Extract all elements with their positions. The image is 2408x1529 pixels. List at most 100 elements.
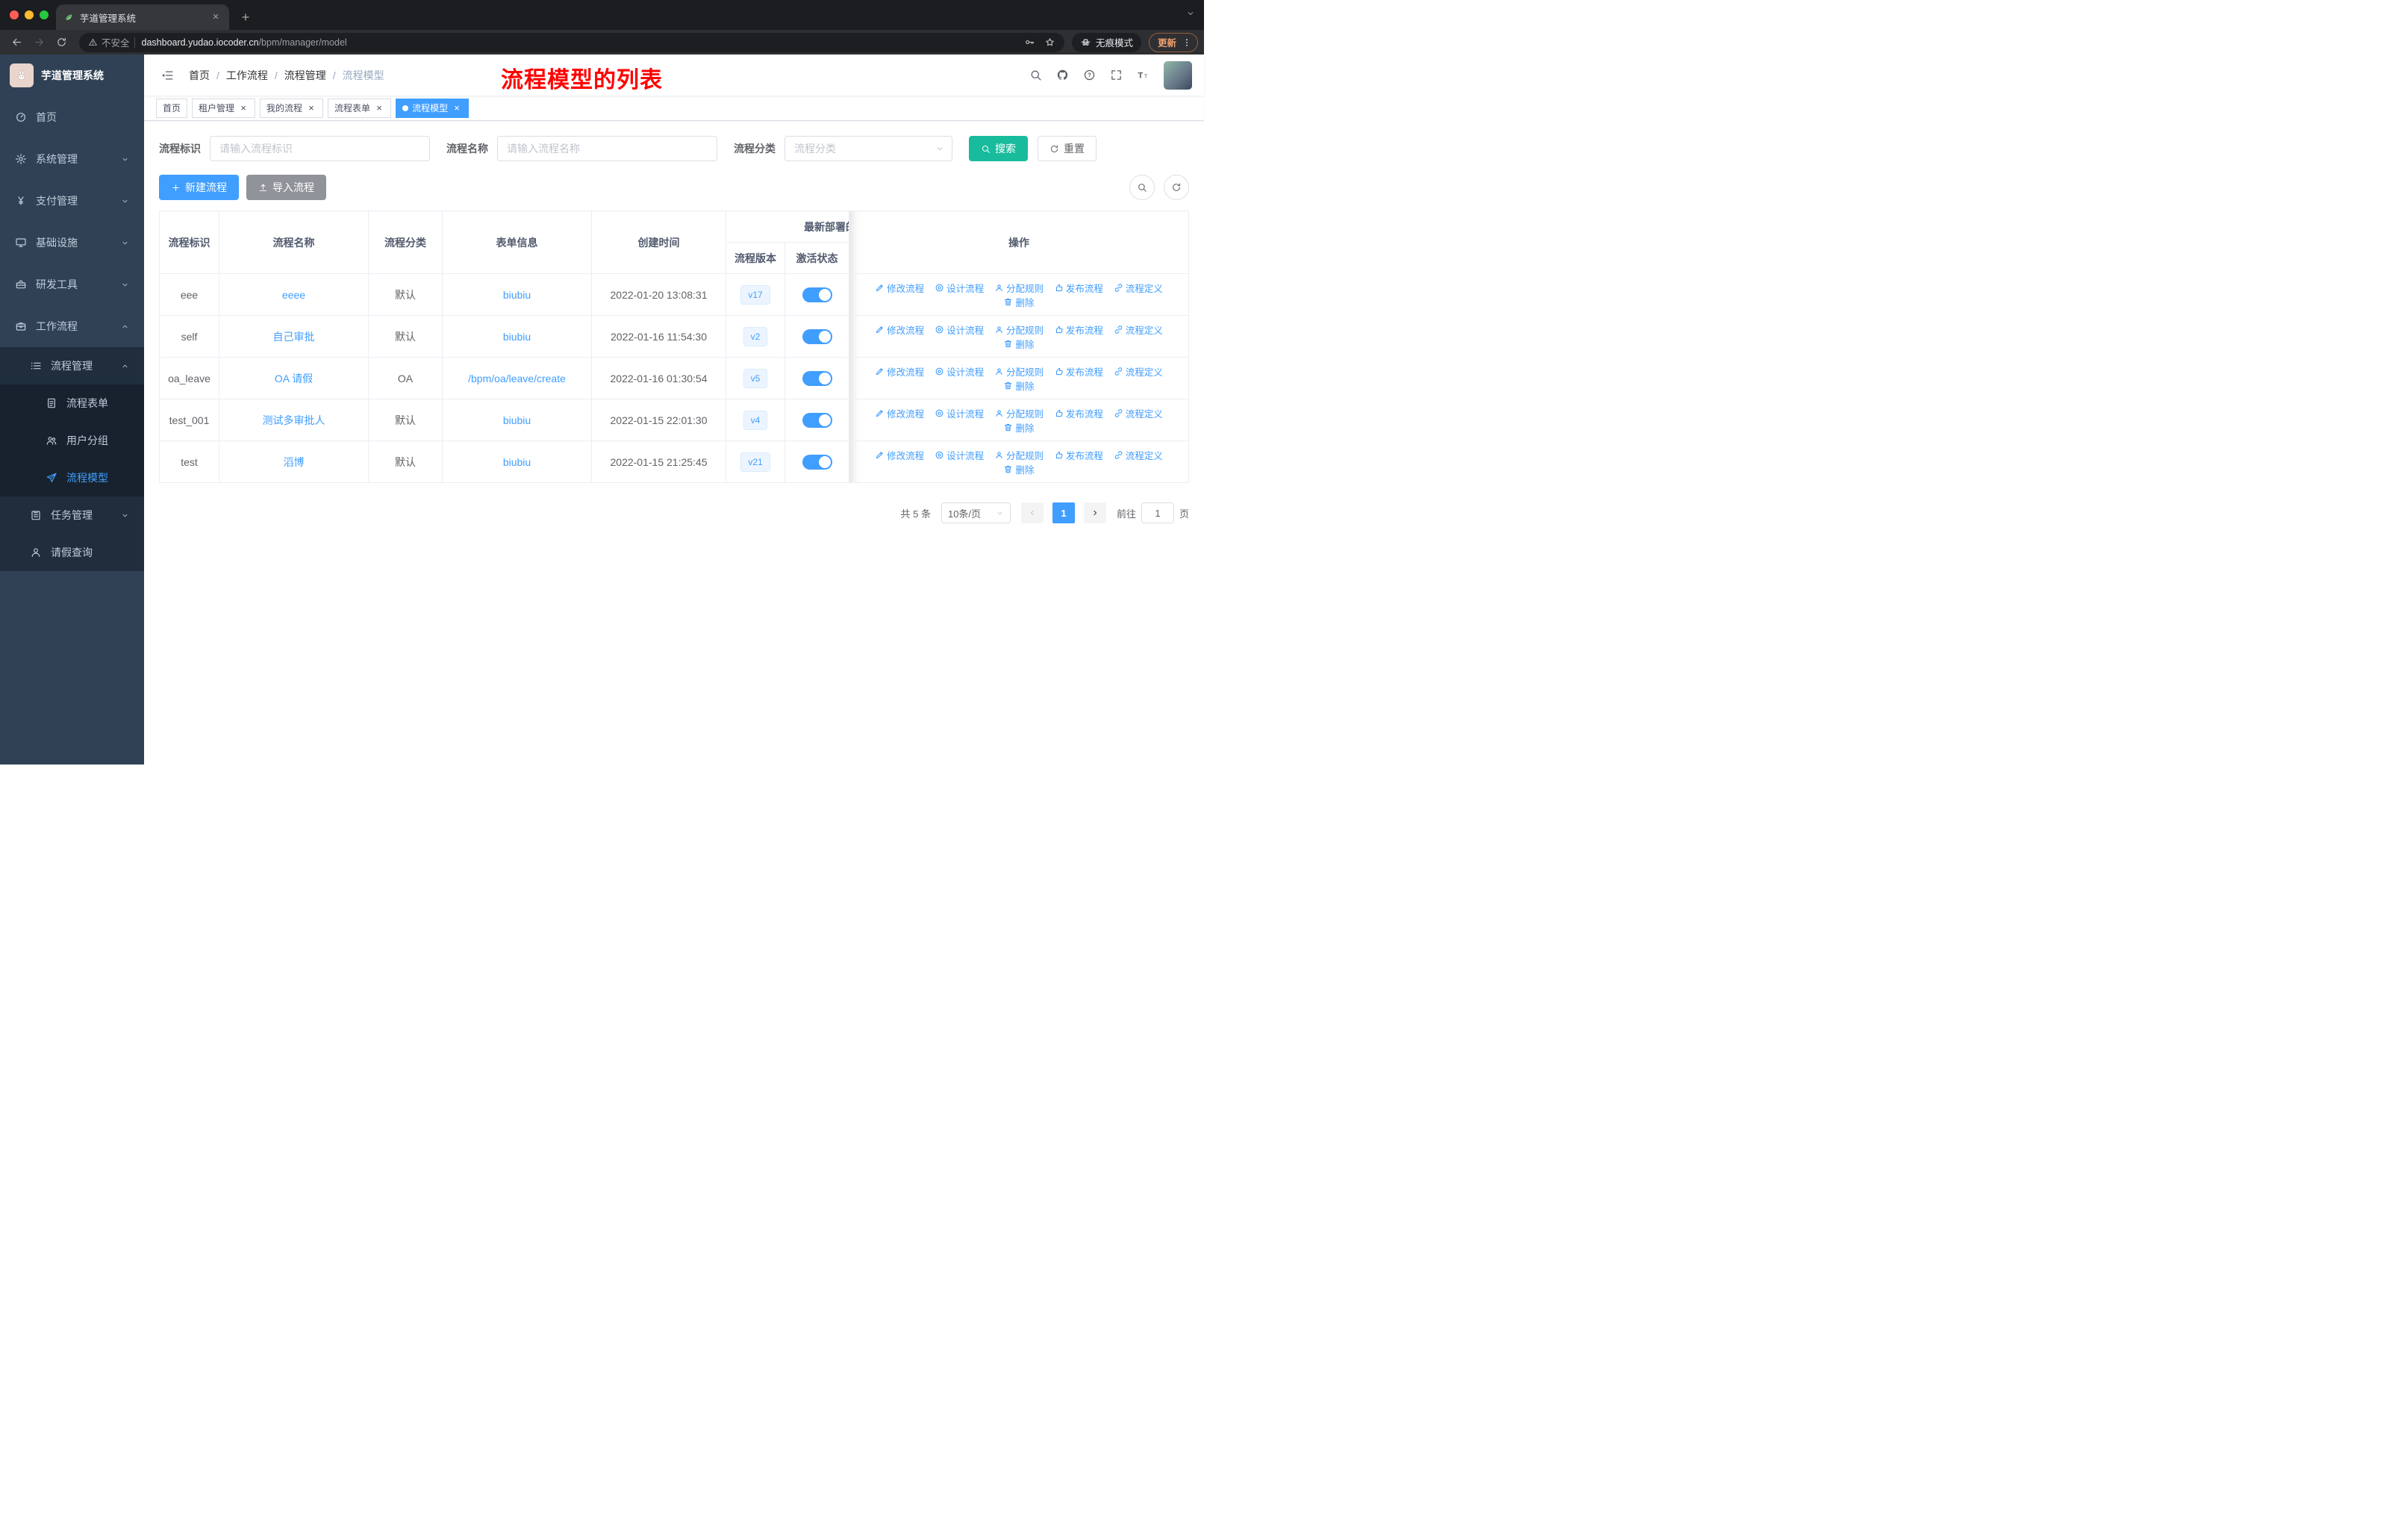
tag-item[interactable]: 流程表单 × <box>328 98 392 118</box>
active-toggle[interactable] <box>802 454 832 470</box>
sidebar-menu-item[interactable]: 流程模型 <box>0 459 144 496</box>
active-toggle[interactable] <box>802 328 832 344</box>
design-process-link[interactable]: 设计流程 <box>935 364 984 379</box>
sidebar-menu-item[interactable]: 支付管理 <box>0 180 144 222</box>
back-button[interactable] <box>6 33 27 52</box>
sidebar-menu-item[interactable]: 请假查询 <box>0 534 144 571</box>
delete-process-link[interactable]: 删除 <box>1003 462 1035 476</box>
design-process-link[interactable]: 设计流程 <box>935 323 984 337</box>
process-name-link[interactable]: 测试多审批人 <box>263 414 325 426</box>
edit-process-link[interactable]: 修改流程 <box>875 448 924 462</box>
publish-process-link[interactable]: 发布流程 <box>1054 281 1103 295</box>
form-info-link[interactable]: biubiu <box>503 456 531 468</box>
sidebar-menu-item[interactable]: 用户分组 <box>0 422 144 459</box>
page-number-current[interactable]: 1 <box>1052 502 1075 523</box>
assign-rule-link[interactable]: 分配规则 <box>994 364 1044 379</box>
process-definition-link[interactable]: 流程定义 <box>1114 323 1163 337</box>
assign-rule-link[interactable]: 分配规则 <box>994 448 1044 462</box>
next-page-button[interactable] <box>1083 502 1106 523</box>
incognito-badge[interactable]: 无痕模式 <box>1071 32 1141 52</box>
tag-close-icon[interactable]: × <box>452 103 462 113</box>
address-bar[interactable]: 不安全 dashboard.yudao.iocoder.cn/bpm/manag… <box>79 32 1064 52</box>
form-info-link[interactable]: biubiu <box>503 331 531 343</box>
minimize-window-button[interactable] <box>25 10 34 19</box>
sidebar-menu-item[interactable]: 流程管理 <box>0 347 144 384</box>
bookmark-star-icon[interactable] <box>1044 37 1055 48</box>
process-definition-link[interactable]: 流程定义 <box>1114 364 1163 379</box>
assign-rule-link[interactable]: 分配规则 <box>994 406 1044 420</box>
design-process-link[interactable]: 设计流程 <box>935 448 984 462</box>
browser-tab[interactable]: 芋道管理系统 × <box>56 4 229 30</box>
publish-process-link[interactable]: 发布流程 <box>1054 364 1103 379</box>
tag-close-icon[interactable]: × <box>374 103 384 113</box>
process-definition-link[interactable]: 流程定义 <box>1114 448 1163 462</box>
reset-button[interactable]: 重置 <box>1038 136 1097 161</box>
tag-item[interactable]: 流程模型 × <box>396 98 470 118</box>
sidebar-menu-item[interactable]: 首页 <box>0 96 144 138</box>
forward-button[interactable] <box>28 33 49 52</box>
search-icon[interactable] <box>1029 69 1042 81</box>
breadcrumb-item[interactable]: 首页 <box>189 68 226 83</box>
tab-search-chevron-icon[interactable] <box>1186 9 1195 18</box>
process-name-input[interactable] <box>497 136 717 161</box>
import-process-button[interactable]: 导入流程 <box>246 175 326 200</box>
tag-item[interactable]: 租户管理 × <box>192 98 256 118</box>
design-process-link[interactable]: 设计流程 <box>935 281 984 295</box>
edit-process-link[interactable]: 修改流程 <box>875 281 924 295</box>
font-size-icon[interactable] <box>1137 69 1150 81</box>
github-icon[interactable] <box>1056 69 1069 81</box>
sidebar-menu-item[interactable]: 流程表单 <box>0 384 144 422</box>
refresh-table-button[interactable] <box>1164 175 1189 200</box>
publish-process-link[interactable]: 发布流程 <box>1054 406 1103 420</box>
help-question-icon[interactable] <box>1083 69 1096 81</box>
reload-button[interactable] <box>51 33 72 52</box>
breadcrumb-item[interactable]: 流程管理 <box>284 68 343 83</box>
show-search-button[interactable] <box>1129 175 1155 200</box>
assign-rule-link[interactable]: 分配规则 <box>994 323 1044 337</box>
form-info-link[interactable]: /bpm/oa/leave/create <box>468 373 566 384</box>
breadcrumb-item[interactable]: 工作流程 <box>226 68 284 83</box>
close-window-button[interactable] <box>10 10 19 19</box>
tag-close-icon[interactable]: × <box>306 103 316 113</box>
process-name-link[interactable]: 滔博 <box>284 456 305 468</box>
process-definition-link[interactable]: 流程定义 <box>1114 281 1163 295</box>
delete-process-link[interactable]: 删除 <box>1003 379 1035 393</box>
process-name-link[interactable]: OA 请假 <box>275 373 313 384</box>
active-toggle[interactable] <box>802 412 832 428</box>
sidebar-menu-item[interactable]: 任务管理 <box>0 496 144 534</box>
breadcrumb-item[interactable]: 流程模型 <box>343 68 384 83</box>
delete-process-link[interactable]: 删除 <box>1003 295 1035 309</box>
active-toggle[interactable] <box>802 370 832 386</box>
edit-process-link[interactable]: 修改流程 <box>875 323 924 337</box>
delete-process-link[interactable]: 删除 <box>1003 420 1035 435</box>
zoom-window-button[interactable] <box>40 10 49 19</box>
browser-update-button[interactable]: 更新 <box>1148 32 1198 52</box>
category-select[interactable]: 流程分类 <box>785 136 952 161</box>
form-info-link[interactable]: biubiu <box>503 289 531 301</box>
browser-menu-dots-icon[interactable] <box>1182 37 1192 48</box>
user-avatar[interactable] <box>1164 60 1192 90</box>
publish-process-link[interactable]: 发布流程 <box>1054 448 1103 462</box>
process-key-input[interactable] <box>210 136 430 161</box>
edit-process-link[interactable]: 修改流程 <box>875 406 924 420</box>
edit-process-link[interactable]: 修改流程 <box>875 364 924 379</box>
tag-item[interactable]: 首页 <box>156 98 188 118</box>
create-process-button[interactable]: 新建流程 <box>159 175 239 200</box>
process-name-link[interactable]: eeee <box>282 289 305 301</box>
search-button[interactable]: 搜索 <box>969 136 1028 161</box>
sidebar-menu-item[interactable]: 系统管理 <box>0 138 144 180</box>
form-info-link[interactable]: biubiu <box>503 414 531 426</box>
process-definition-link[interactable]: 流程定义 <box>1114 406 1163 420</box>
tab-close-icon[interactable]: × <box>210 11 222 23</box>
page-size-select[interactable]: 10条/页 <box>941 502 1011 523</box>
sidebar-menu-item[interactable]: 研发工具 <box>0 264 144 305</box>
design-process-link[interactable]: 设计流程 <box>935 406 984 420</box>
tag-close-icon[interactable]: × <box>238 103 249 113</box>
delete-process-link[interactable]: 删除 <box>1003 337 1035 351</box>
fullscreen-icon[interactable] <box>1110 69 1123 81</box>
sidebar-menu-item[interactable]: 基础设施 <box>0 222 144 264</box>
assign-rule-link[interactable]: 分配规则 <box>994 281 1044 295</box>
tag-item[interactable]: 我的流程 × <box>260 98 324 118</box>
sidebar-menu-item[interactable]: 工作流程 <box>0 305 144 347</box>
sidebar-toggle-hamburger-icon[interactable] <box>156 64 178 87</box>
